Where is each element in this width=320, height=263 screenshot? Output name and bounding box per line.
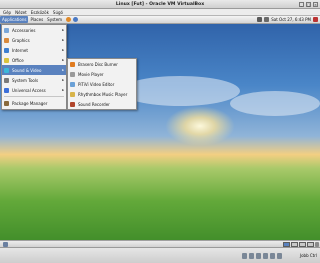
menu-item-label: Office: [12, 57, 24, 63]
chevron-right-icon: ▸: [62, 48, 64, 52]
menu-item-label: Movie Player: [78, 71, 104, 77]
menu-item-movie-player[interactable]: Movie Player: [68, 69, 136, 79]
usb-icon[interactable]: [256, 253, 261, 259]
chevron-right-icon: ▸: [62, 38, 64, 42]
chevron-right-icon: ▸: [62, 58, 64, 62]
firefox-icon[interactable]: [66, 17, 72, 22]
office-icon: [4, 57, 9, 63]
menu-item-brasero[interactable]: Brasero Disc Burner: [68, 59, 136, 69]
help-icon[interactable]: [73, 17, 79, 22]
chevron-right-icon: ▸: [62, 68, 64, 72]
menu-item-label: Graphics: [12, 37, 30, 43]
universal-access-icon: [4, 87, 9, 93]
chevron-right-icon: ▸: [62, 88, 64, 92]
vbox-menu-devices[interactable]: Eszközök: [31, 10, 49, 15]
vbox-menubar: Gép Nézet Eszközök Súgó: [0, 9, 320, 16]
menu-item-pitivi[interactable]: PiTiVi Video Editor: [68, 79, 136, 89]
system-tools-icon: [4, 77, 9, 83]
power-icon[interactable]: [313, 17, 318, 22]
vbox-menu-machine[interactable]: Gép: [3, 10, 11, 15]
menu-item-label: Brasero Disc Burner: [78, 61, 118, 67]
menu-item-label: Package Manager: [12, 100, 48, 106]
menu-item-label: Universal Access: [12, 87, 46, 93]
vbox-menu-view[interactable]: Nézet: [15, 10, 27, 15]
menu-item-graphics[interactable]: Graphics ▸: [2, 35, 66, 45]
menu-item-sound-video[interactable]: Sound & Video ▸: [2, 65, 66, 75]
panel-menu-applications[interactable]: Applications: [0, 16, 29, 23]
menu-item-sound-recorder[interactable]: Sound Recorder: [68, 99, 136, 109]
window-controls: _ □ ×: [299, 2, 318, 7]
package-manager-icon: [4, 100, 9, 106]
volume-icon[interactable]: [264, 17, 270, 22]
chevron-right-icon: ▸: [62, 78, 64, 82]
menu-item-label: Rhythmbox Music Player: [78, 91, 128, 97]
wallpaper-cloud: [120, 76, 240, 106]
vbox-menu-help[interactable]: Súgó: [53, 10, 63, 15]
menu-item-rhythmbox[interactable]: Rhythmbox Music Player: [68, 89, 136, 99]
menu-item-system-tools[interactable]: System Tools ▸: [2, 75, 66, 85]
chevron-right-icon: ▸: [62, 28, 64, 32]
maximize-icon[interactable]: □: [306, 2, 311, 7]
window-title-bar: Linux [Fut] - Oracle VM VirtualBox _ □ ×: [0, 0, 320, 9]
menu-item-universal-access[interactable]: Universal Access ▸: [2, 85, 66, 95]
panel-menu-system[interactable]: System: [45, 16, 64, 23]
device-icons: [242, 253, 282, 259]
guest-desktop: Applications Places System Sat Oct 27, 6…: [0, 16, 320, 247]
applications-menu: Accessories ▸ Graphics ▸ Internet ▸ Offi…: [1, 24, 67, 110]
movie-player-icon: [70, 71, 75, 77]
sound-video-submenu: Brasero Disc Burner Movie Player PiTiVi …: [67, 58, 137, 110]
accessories-icon: [4, 27, 9, 33]
menu-item-label: Internet: [12, 47, 28, 53]
brasero-icon: [70, 61, 75, 67]
host-key-label: Jobb Ctrl: [299, 253, 317, 258]
bottom-panel: [0, 240, 320, 247]
launcher-icons: [66, 17, 79, 22]
internet-icon: [4, 47, 9, 53]
menu-item-label: Sound & Video: [12, 67, 42, 73]
menu-item-package-manager[interactable]: Package Manager: [2, 98, 66, 108]
menu-item-label: System Tools: [12, 77, 39, 83]
menu-item-accessories[interactable]: Accessories ▸: [2, 25, 66, 35]
wallpaper-cloud: [230, 91, 320, 116]
hard-disk-icon[interactable]: [242, 253, 247, 259]
menu-item-label: Accessories: [12, 27, 36, 33]
menu-item-label: PiTiVi Video Editor: [78, 81, 115, 87]
graphics-icon: [4, 37, 9, 43]
pitivi-icon: [70, 81, 75, 87]
network-adapter-icon[interactable]: [270, 253, 275, 259]
rhythmbox-icon: [70, 91, 75, 97]
close-icon[interactable]: ×: [313, 2, 318, 7]
optical-drive-icon[interactable]: [249, 253, 254, 259]
top-panel: Applications Places System Sat Oct 27, 6…: [0, 16, 320, 24]
menu-item-internet[interactable]: Internet ▸: [2, 45, 66, 55]
minimize-icon[interactable]: _: [299, 2, 304, 7]
sound-video-icon: [4, 67, 9, 73]
menu-item-office[interactable]: Office ▸: [2, 55, 66, 65]
sound-recorder-icon: [70, 101, 75, 107]
vbox-status-bar: Jobb Ctrl: [0, 247, 320, 263]
panel-right: Sat Oct 27, 6:43 PM: [257, 17, 320, 22]
panel-clock[interactable]: Sat Oct 27, 6:43 PM: [271, 17, 311, 22]
menu-item-label: Sound Recorder: [78, 101, 110, 107]
network-icon[interactable]: [257, 17, 263, 22]
panel-menu-places[interactable]: Places: [28, 16, 45, 23]
mouse-integration-icon[interactable]: [277, 253, 282, 259]
shared-folder-icon[interactable]: [263, 253, 268, 259]
menu-separator: [4, 96, 64, 97]
wallpaper-sun: [165, 106, 235, 146]
window-title: Linux [Fut] - Oracle VM VirtualBox: [115, 1, 205, 7]
